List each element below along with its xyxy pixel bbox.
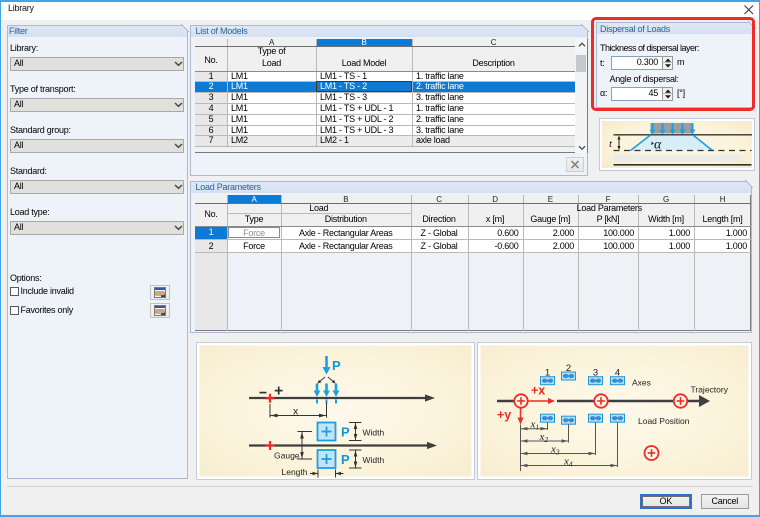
svg-text:x3: x3 (550, 444, 560, 457)
svg-text:Length: Length (282, 467, 308, 477)
svg-text:Load Position: Load Position (638, 416, 690, 426)
svg-text:P: P (341, 425, 350, 440)
svg-text:Gauge: Gauge (274, 451, 300, 461)
svg-text:Width: Width (363, 455, 385, 465)
svg-text:Trajectory: Trajectory (691, 385, 729, 395)
svg-text:x1: x1 (530, 419, 540, 432)
svg-text:P: P (341, 452, 350, 467)
svg-text:P: P (332, 358, 341, 373)
svg-text:x2: x2 (539, 431, 549, 444)
svg-text:x: x (293, 406, 299, 418)
svg-text:4: 4 (615, 368, 620, 379)
svg-text:x4: x4 (563, 456, 573, 469)
svg-text:α: α (654, 138, 662, 153)
svg-text:2: 2 (566, 363, 571, 374)
svg-text:1: 1 (545, 368, 550, 379)
svg-text:t: t (609, 138, 613, 150)
svg-text:3: 3 (593, 368, 598, 379)
svg-text:Width: Width (363, 428, 385, 438)
svg-text:+y: +y (497, 408, 511, 422)
svg-text:Axes: Axes (632, 378, 651, 388)
svg-text:+x: +x (531, 384, 545, 398)
